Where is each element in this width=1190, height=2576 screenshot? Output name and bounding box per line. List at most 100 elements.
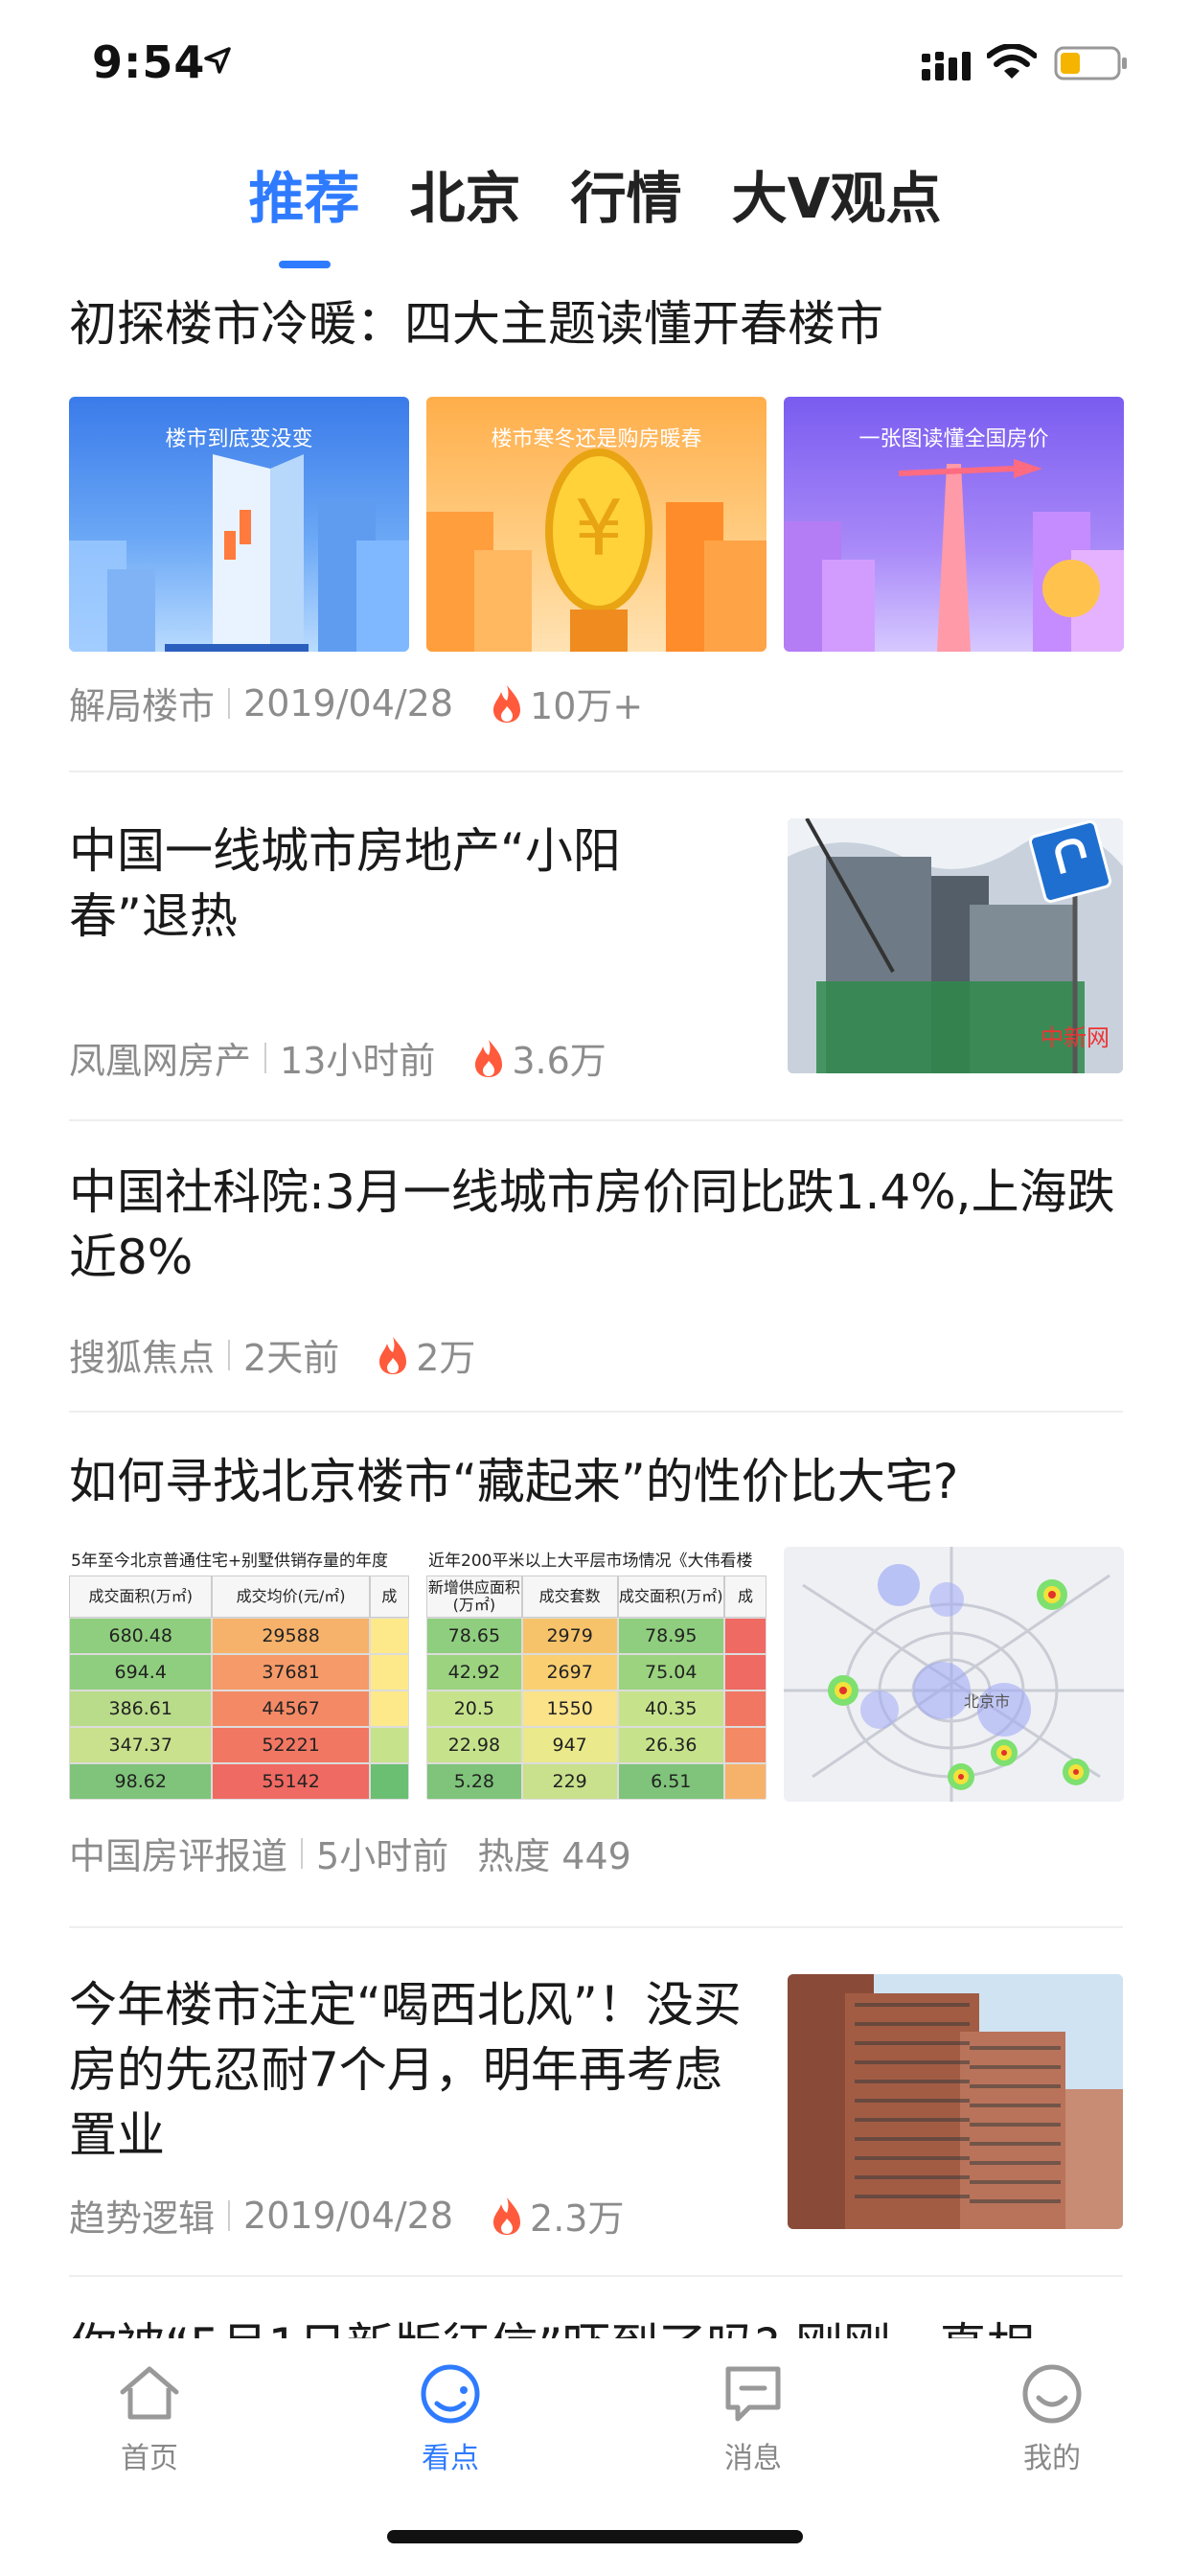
svg-text:¥: ¥	[575, 484, 624, 573]
news-card[interactable]: 如何寻找北京楼市“藏起来”的性价比大宅? 5年至今北京普通住宅+别墅供销存量的年…	[69, 1413, 1124, 1928]
message-icon	[725, 2366, 781, 2422]
news-source[interactable]: 凤凰网房产	[69, 1031, 251, 1084]
table-cell	[369, 1763, 409, 1800]
meta-divider	[228, 2199, 231, 2231]
table-cell	[723, 1727, 767, 1763]
table-row: 347.37 52221	[69, 1727, 409, 1763]
news-source[interactable]: 搜狐焦点	[69, 1328, 215, 1381]
meta-divider	[301, 1837, 304, 1869]
map-thumbnail[interactable]: 北京市	[784, 1547, 1124, 1802]
news-card[interactable]: 中国一线城市房地产“小阳春”退热 中新网 凤凰网房产 13小时前 3.6万	[69, 772, 1123, 1121]
table-row: 22.98 947 26.36	[426, 1727, 767, 1763]
table-cell: 22.98	[426, 1727, 522, 1763]
fire-icon	[493, 684, 521, 723]
table-cell: 5.28	[426, 1763, 522, 1800]
news-title[interactable]: 中国社科院:3月一线城市房价同比跌1.4%,上海跌近8%	[69, 1160, 1123, 1290]
table-header-cell: 成	[723, 1576, 767, 1618]
table-thumbnail[interactable]: 近年200平米以上大平层市场情况《大伟看楼 新增供应面积(万㎡) 成交套数 成交…	[426, 1547, 767, 1802]
news-time: 2019/04/28	[243, 681, 454, 724]
table-header-cell: 新增供应面积(万㎡)	[426, 1576, 522, 1618]
heat-count: 2.3万	[530, 2197, 625, 2240]
news-time: 13小时前	[280, 1040, 436, 1082]
news-thumbnail[interactable]: 一张图读懂全国房价	[784, 397, 1124, 652]
table-cell: 78.95	[617, 1618, 724, 1654]
data-table: 近年200平米以上大平层市场情况《大伟看楼 新增供应面积(万㎡) 成交套数 成交…	[426, 1547, 767, 1802]
home-indicator[interactable]	[387, 2530, 803, 2543]
news-thumbnail[interactable]	[788, 1974, 1123, 2229]
news-thumbnail[interactable]: 中新网	[788, 818, 1123, 1073]
fire-icon	[493, 2196, 521, 2235]
thumbnail-caption: 楼市到底变没变	[165, 427, 313, 451]
news-time: 2019/04/28	[243, 2194, 454, 2237]
table-cell: 680.48	[69, 1618, 213, 1654]
news-title[interactable]: 今年楼市注定“喝西北风”！没买房的先忍耐7个月，明年再考虑置业	[69, 1972, 759, 2168]
table-cell: 20.5	[426, 1690, 522, 1727]
news-title[interactable]: 初探楼市冷暖：四大主题读懂开春楼市	[69, 291, 883, 356]
heat-count: 热度 449	[477, 1835, 631, 1877]
data-table: 5年至今北京普通住宅+别墅供销存量的年度 成交面积(万㎡) 成交均价(元/㎡) …	[69, 1547, 409, 1802]
news-title[interactable]: 如何寻找北京楼市“藏起来”的性价比大宅?	[69, 1449, 958, 1514]
smile-icon	[421, 2364, 480, 2424]
table-cell	[723, 1618, 767, 1654]
heatmap-illustration	[784, 1547, 1124, 1802]
table-thumbnail[interactable]: 5年至今北京普通住宅+别墅供销存量的年度 成交面积(万㎡) 成交均价(元/㎡) …	[69, 1547, 409, 1802]
tabbar-label: 消息	[724, 2442, 782, 2475]
table-caption: 近年200平米以上大平层市场情况《大伟看楼	[426, 1547, 767, 1576]
battery-icon	[1054, 46, 1127, 80]
thumbnail-caption: 一张图读懂全国房价	[858, 427, 1049, 451]
tabbar-label: 看点	[422, 2442, 479, 2475]
table-cell: 2697	[521, 1654, 618, 1690]
news-thumbnail[interactable]: ¥ 楼市寒冬还是购房暖春	[426, 397, 767, 652]
tab-beijing[interactable]: 北京	[410, 153, 521, 268]
table-cell: 40.35	[617, 1690, 724, 1727]
news-time: 5小时前	[316, 1835, 449, 1877]
table-row: 5.28 229 6.51	[426, 1763, 767, 1800]
tab-recommend[interactable]: 推荐	[249, 153, 360, 268]
image-row: 楼市到底变没变 ¥ 楼市寒冬还是购房暖春 一张图读懂全国房价	[69, 397, 1124, 652]
news-meta: 趋势逻辑 2019/04/28 2.3万	[69, 2189, 624, 2242]
table-header-cell: 成交均价(元/㎡)	[212, 1576, 370, 1618]
news-card[interactable]: 今年楼市注定“喝西北风”！没买房的先忍耐7个月，明年再考虑置业 趋势逻辑 201…	[69, 1928, 1123, 2277]
meta-divider	[228, 687, 231, 719]
table-cell: 55142	[212, 1763, 370, 1800]
tabbar-item-discover[interactable]: 看点	[393, 2361, 508, 2476]
news-source[interactable]: 解局楼市	[69, 677, 215, 729]
table-header-cell: 成交套数	[521, 1576, 618, 1618]
apartment-photo	[788, 1974, 1123, 2229]
table-cell	[369, 1618, 409, 1654]
status-time: 9:54	[92, 36, 206, 88]
news-card[interactable]: 初探楼市冷暖：四大主题读懂开春楼市 楼市到底变没变 ¥ 楼市寒冬还是购房暖春 一…	[69, 278, 1124, 772]
map-label: 北京市	[964, 1692, 1011, 1711]
heat-count: 10万+	[530, 685, 644, 727]
tabbar-item-profile[interactable]: 我的	[995, 2361, 1110, 2476]
news-card[interactable]: 中国社科院:3月一线城市房价同比跌1.4%,上海跌近8% 搜狐焦点 2天前 2万	[69, 1121, 1123, 1413]
table-cell: 6.51	[617, 1763, 724, 1800]
image-watermark: 中新网	[1041, 1024, 1110, 1051]
tabbar-label: 我的	[1023, 2442, 1081, 2475]
table-row: 680.48 29588	[69, 1618, 409, 1654]
home-icon	[120, 2366, 179, 2420]
news-meta: 凤凰网房产 13小时前 3.6万	[69, 1031, 606, 1084]
news-source[interactable]: 中国房评报道	[69, 1827, 287, 1879]
table-cell: 26.36	[617, 1727, 724, 1763]
news-thumbnail[interactable]: 楼市到底变没变	[69, 397, 409, 652]
table-header: 成交面积(万㎡) 成交均价(元/㎡) 成	[69, 1576, 409, 1618]
tab-big-v[interactable]: 大V观点	[732, 153, 942, 268]
table-cell: 347.37	[69, 1727, 213, 1763]
tabbar-item-messages[interactable]: 消息	[696, 2361, 811, 2476]
status-bar: 9:54	[0, 0, 1190, 134]
tabbar-item-home[interactable]: 首页	[92, 2361, 207, 2476]
tab-market[interactable]: 行情	[571, 153, 682, 268]
heat-count: 2万	[416, 1337, 476, 1379]
news-title[interactable]: 中国一线城市房地产“小阳春”退热	[69, 818, 682, 949]
news-meta: 中国房评报道 5小时前 热度 449	[69, 1827, 631, 1879]
table-cell: 52221	[212, 1727, 370, 1763]
table-row: 20.5 1550 40.35	[426, 1690, 767, 1727]
table-cell	[723, 1690, 767, 1727]
table-caption: 5年至今北京普通住宅+别墅供销存量的年度	[69, 1547, 409, 1576]
tabbar-label: 首页	[121, 2442, 178, 2475]
fire-icon	[475, 1039, 503, 1077]
table-cell	[723, 1654, 767, 1690]
news-source[interactable]: 趋势逻辑	[69, 2189, 215, 2242]
profile-icon	[1022, 2364, 1082, 2424]
